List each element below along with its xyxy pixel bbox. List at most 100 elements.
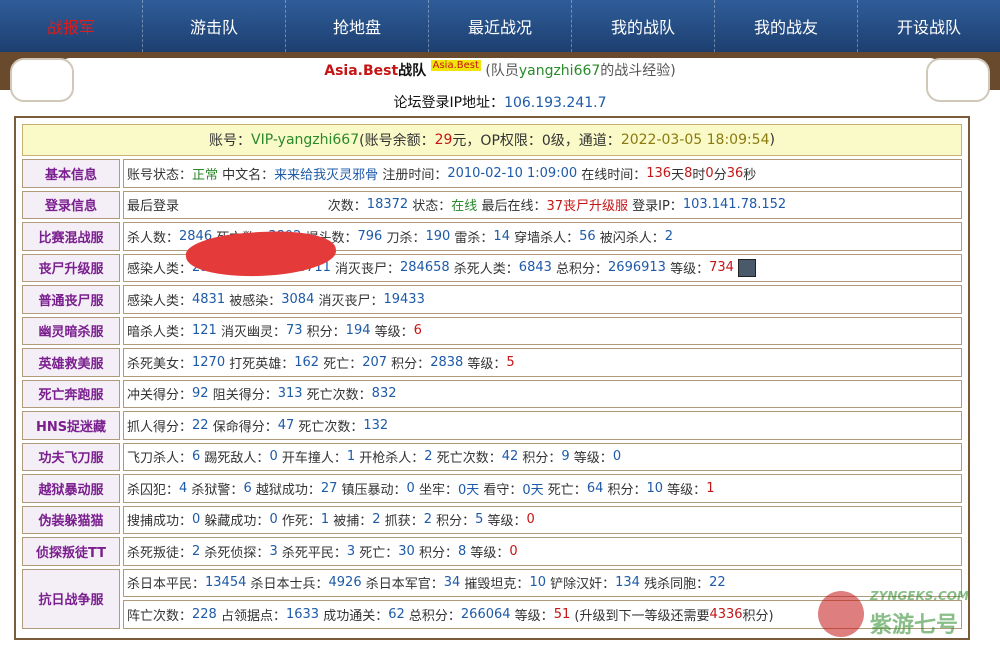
stat-text: 92: [192, 386, 209, 402]
nav-item-0[interactable]: 战报军: [0, 0, 143, 52]
stat-text: 37丧尸升级服: [546, 199, 628, 215]
stat-text: 3084: [281, 291, 315, 307]
nav-item-5[interactable]: 我的战友: [715, 0, 858, 52]
row-label[interactable]: 基本信息: [22, 159, 120, 188]
stat-text: 死亡：: [543, 482, 587, 498]
stat-text: 开枪杀人：: [355, 451, 425, 467]
stat-text: 感染人类：: [127, 262, 193, 278]
stat-text: 1: [346, 449, 356, 465]
stat-text: 等级：: [510, 608, 554, 624]
stat-text: 消灭丧尸：: [314, 293, 384, 309]
stat-text: 0天: [457, 482, 480, 498]
stat-text: 73: [285, 323, 303, 339]
stat-text: 2010-02-10 1:09:00: [447, 165, 578, 181]
stat-text: 杀人数：: [127, 230, 180, 246]
stat-text: 1: [320, 512, 330, 528]
stat-text: 0: [192, 512, 201, 528]
row-label[interactable]: 越狱暴动服: [22, 474, 120, 503]
stat-text: 3: [346, 543, 356, 559]
stat-text: 47: [277, 417, 295, 433]
stat-text: 杀死人类：: [449, 262, 519, 278]
stat-text: 抓获：: [380, 514, 424, 530]
account-id: VIP-yangzhi667: [251, 132, 360, 148]
stat-text: 10: [646, 480, 664, 496]
stat-text: 看守：: [479, 482, 523, 498]
row-label[interactable]: 普通丧尸服: [22, 285, 120, 314]
account-close-paren: ): [769, 132, 775, 148]
stat-text: 成功通关：: [319, 608, 389, 624]
row-label[interactable]: HNS捉迷藏: [22, 411, 120, 440]
channel-date: 2022-03-05 18:09:54: [620, 132, 770, 148]
stat-text: 正常: [192, 167, 219, 183]
stat-text: 2: [423, 512, 432, 528]
stat-text: 34: [443, 575, 461, 591]
row-label[interactable]: 伪装躲猫猫: [22, 505, 120, 534]
stat-text: 分: [713, 167, 727, 183]
stat-text: 阵亡次数：: [127, 608, 193, 624]
watermark-brand: 紫游七号: [870, 613, 959, 638]
stat-text: 积分：: [302, 325, 346, 341]
stat-text: 0: [406, 480, 415, 496]
nav-item-1[interactable]: 游击队: [143, 0, 286, 52]
stat-text: 等级：: [663, 482, 707, 498]
channel-label: ，通道：: [564, 133, 621, 149]
stats-row: 普通丧尸服 感染人类： 4831 被感染： 3084 消灭丧尸： 19433: [22, 285, 962, 314]
stat-text: [179, 197, 328, 212]
top-nav: 战报军 游击队 抢地盘 最近战况 我的战队 我的战友 开设战队: [0, 0, 1000, 52]
stat-text: 0: [612, 449, 622, 465]
stat-text: 0: [705, 165, 714, 181]
nav-item-6[interactable]: 开设战队: [858, 0, 1000, 52]
row-label[interactable]: 功夫飞刀服: [22, 442, 120, 471]
stat-text: 2838: [430, 354, 464, 370]
stat-text: 杀囚犯：: [127, 482, 180, 498]
stat-text: 0: [526, 512, 535, 528]
row-content: 杀囚犯： 4 杀狱警： 6 越狱成功： 27 镇压暴动： 0 坐牢： 0天 看守： 0天 死…: [123, 474, 962, 503]
row-label[interactable]: 幽灵暗杀服: [22, 316, 120, 345]
stat-text: 8: [684, 165, 693, 181]
stat-text: (升级到下一等级还需要: [570, 608, 710, 624]
stat-text: 42: [501, 449, 519, 465]
row-label[interactable]: 丧尸升级服: [22, 253, 120, 282]
stat-text: 4: [179, 480, 188, 496]
stat-text: 162: [294, 354, 320, 370]
stat-text: 搜捕成功：: [127, 514, 193, 530]
stat-text: 死亡次数：: [432, 451, 502, 467]
stat-text: 穿墙杀人：: [509, 230, 580, 246]
stat-text: 总积分：: [551, 262, 609, 278]
stat-text: 杀日本士兵：: [246, 577, 329, 593]
row-label[interactable]: 比赛混战服: [22, 222, 120, 251]
stat-text: 313: [277, 386, 303, 402]
nav-item-3[interactable]: 最近战况: [429, 0, 572, 52]
forum-ip-line: 论坛登录IP地址：106.193.241.7: [0, 92, 1000, 112]
stat-text: 207: [362, 354, 388, 370]
account-summary: 账号： VIP-yangzhi667 (账号余额： 29 元，OP权限： 0级 ，通道： 20…: [22, 124, 962, 156]
stat-text: 1270: [192, 354, 226, 370]
stat-text: 9: [561, 449, 570, 465]
stat-text: 13454: [205, 575, 247, 591]
nav-item-4[interactable]: 我的战队: [572, 0, 715, 52]
stat-text: 死亡次数：: [302, 388, 372, 404]
stat-text: 死亡次数：: [294, 419, 364, 435]
stat-text: 杀死叛徒：: [127, 545, 193, 561]
stat-text: 占领据点：: [216, 608, 286, 624]
row-label[interactable]: 侦探叛徒TT: [22, 537, 120, 566]
member-suffix: 的战斗经验): [600, 63, 676, 79]
op-label: 元，OP权限：: [452, 133, 542, 149]
stat-text: 暗杀人类：: [127, 325, 193, 341]
row-label[interactable]: 登录信息: [22, 190, 120, 219]
stat-text: 121: [192, 323, 217, 339]
row-label[interactable]: 英雄救美服: [22, 348, 120, 377]
row-content: 搜捕成功： 0 躲藏成功： 0 作死： 1 被捕： 2 抓获： 2 积分： 5 等级： 0: [123, 505, 962, 534]
stat-text: 6: [192, 449, 201, 465]
stat-text: 10: [529, 575, 546, 591]
row-label-war[interactable]: 抗日战争服: [22, 568, 120, 629]
stats-row: 丧尸升级服感染人类：29152 被感染：16711 消灭丧尸：284658 杀死…: [22, 253, 962, 282]
stat-text: 作死：: [277, 514, 321, 530]
row-label[interactable]: 死亡奔跑服: [22, 379, 120, 408]
nav-item-2[interactable]: 抢地盘: [286, 0, 429, 52]
stat-text: 冲关得分：: [127, 388, 193, 404]
stat-text: 132: [363, 417, 389, 433]
team-name: Asia.Best: [324, 63, 399, 79]
stats-row: 死亡奔跑服 冲关得分： 92 阻关得分： 313 死亡次数： 832: [22, 379, 962, 408]
stats-table: 账号： VIP-yangzhi667 (账号余额： 29 元，OP权限： 0级 ，通道： 20…: [14, 116, 970, 640]
